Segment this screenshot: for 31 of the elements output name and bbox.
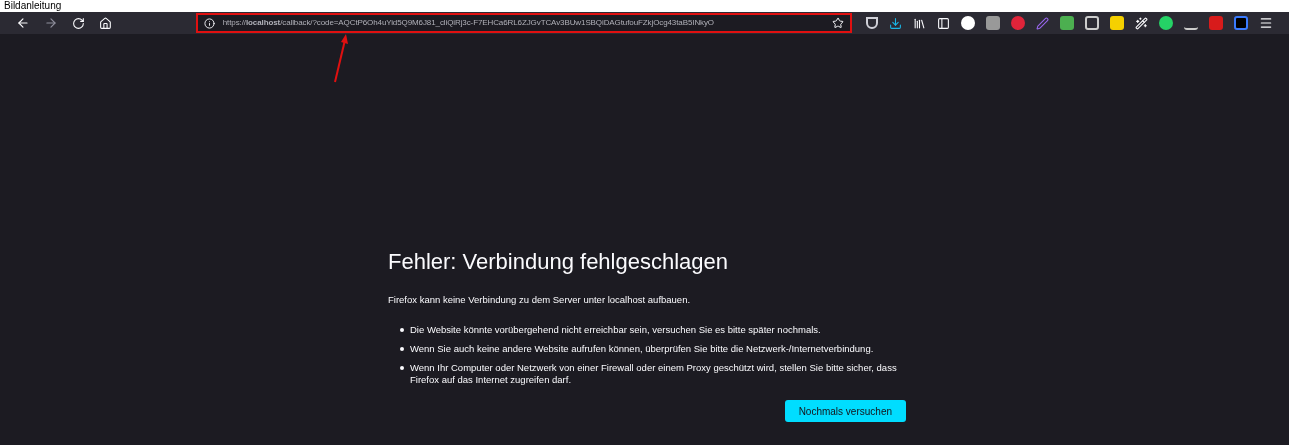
tip-text: Die Website könnte vorübergehend nicht erreichbar sein, versuchen Sie es bitte später nochmals. — [410, 324, 821, 337]
error-message: Firefox kann keine Verbindung zu dem Server unter localhost aufbauen. — [388, 293, 692, 307]
annotation-arrow — [333, 34, 349, 84]
circle-extension-icon[interactable] — [961, 16, 975, 30]
caption-text: Bildanleitung — [4, 0, 62, 12]
url-field[interactable]: https://localhost/callback/?code=AQCtP6Oh4uYid5Q9M6J81_cliQiRj3c-F7EHCa6RL6ZJGvTCAv3BUw1SBQiDAGtufouFZkjOcg43taB5INkyO — [195, 13, 852, 33]
menu-icon[interactable] — [1259, 16, 1273, 30]
download-icon[interactable] — [889, 16, 902, 30]
tip-text: Wenn Ihr Computer oder Netzwerk von einer Firewall oder einem Proxy geschützt wird, stellen Sie bitte sicher, dass Firefox auf das Internet zugreifen darf. — [410, 362, 898, 387]
sidebar-icon[interactable] — [937, 16, 950, 30]
tip-text: Wenn Sie auch keine andere Website aufrufen können, überprüfen Sie bitte die Netzwerk-/Internetverbindung. — [410, 343, 874, 356]
error-title: Fehler: Verbindung fehlgeschlagen — [388, 248, 730, 276]
reload-icon[interactable] — [71, 16, 85, 30]
library-icon[interactable] — [913, 16, 926, 30]
back-icon[interactable] — [16, 16, 30, 30]
stop-sign-extension-icon[interactable] — [1011, 16, 1025, 30]
document-extension-icon[interactable] — [1234, 16, 1248, 30]
home-icon[interactable] — [98, 16, 112, 30]
bookmark-star-icon[interactable] — [832, 17, 844, 29]
grid-extension-icon[interactable] — [1085, 16, 1099, 30]
info-icon[interactable] — [203, 17, 215, 29]
bullet-icon — [400, 347, 404, 352]
retry-button[interactable]: Nochmals versuchen — [784, 400, 906, 423]
url-text: https://localhost/callback/?code=AQCtP6Oh4uYid5Q9M6J81_cliQiRj3c-F7EHCa6RL6ZJGvTCAv3BUw1SBQiDAGtufouFZkjOcg43taB5INkyO — [222, 17, 715, 29]
bullet-icon — [400, 328, 404, 333]
chat-extension-icon[interactable] — [1159, 16, 1173, 30]
pen-icon[interactable] — [1036, 16, 1049, 30]
shield-icon[interactable] — [866, 17, 878, 29]
bullet-icon — [400, 366, 404, 371]
wand-icon[interactable] — [1135, 16, 1148, 30]
forward-icon[interactable] — [43, 16, 58, 30]
